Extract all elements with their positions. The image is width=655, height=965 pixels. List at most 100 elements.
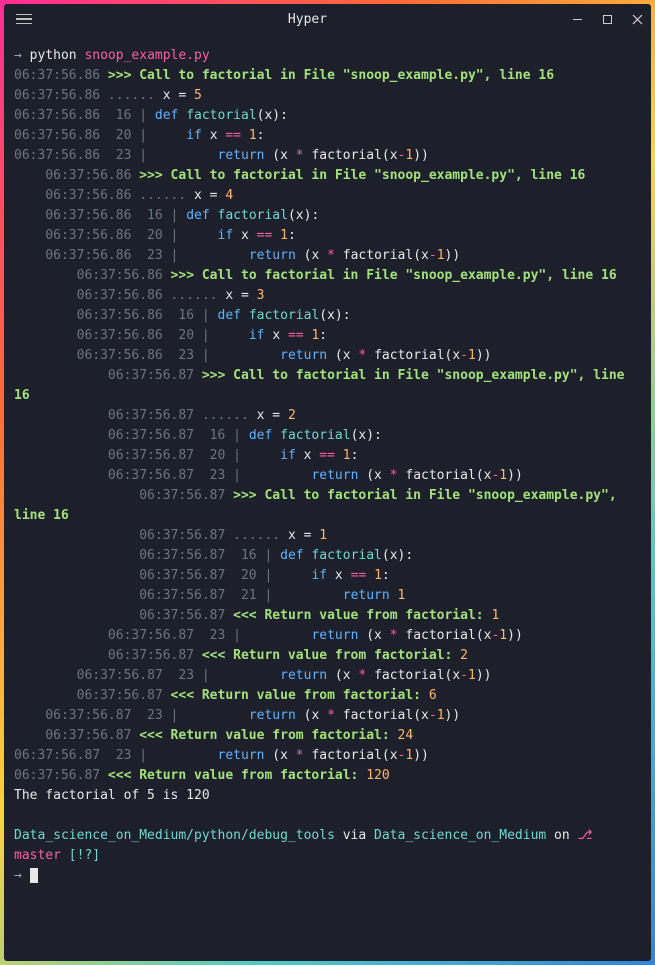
line-number: 16 <box>108 108 139 123</box>
line-number: 23 <box>202 628 233 643</box>
cwd-path: Data_science_on_Medium/python/debug_tool… <box>14 828 335 843</box>
line-number: 20 <box>139 228 170 243</box>
timestamp: 06:37:56.86 <box>14 88 108 103</box>
kw-return: return <box>249 248 296 263</box>
var-value: 1 <box>319 528 327 543</box>
op-mul: * <box>296 148 304 163</box>
kw-if: if <box>280 448 303 463</box>
op-eq: == <box>351 568 374 583</box>
return-value: 24 <box>398 728 414 743</box>
git-branch-icon: ⎇ <box>578 828 601 843</box>
pipe: | <box>233 428 249 443</box>
snoop-return: <<< Return value from factorial: <box>108 768 366 783</box>
timestamp: 06:37:56.87 <box>14 768 108 783</box>
kw-def: def <box>280 548 311 563</box>
timestamp: 06:37:56.86 <box>14 128 108 143</box>
hamburger-menu-icon[interactable] <box>12 10 36 29</box>
return-value: 2 <box>460 648 468 663</box>
timestamp: 06:37:56.87 <box>108 408 202 423</box>
op-minus: - <box>429 708 437 723</box>
timestamp: 06:37:56.86 <box>77 328 171 343</box>
kw-return: return <box>311 468 358 483</box>
command-script: snoop_example.py <box>84 48 209 63</box>
line-number: 23 <box>171 668 202 683</box>
timestamp: 06:37:56.87 <box>77 688 171 703</box>
pipe: | <box>171 708 187 723</box>
dots: ...... <box>139 188 194 203</box>
maximize-button[interactable] <box>601 13 613 25</box>
op-mul: * <box>390 468 398 483</box>
timestamp: 06:37:56.87 <box>139 588 233 603</box>
timestamp: 06:37:56.87 <box>45 728 139 743</box>
op-mul: * <box>390 628 398 643</box>
op-eq: == <box>225 128 248 143</box>
timestamp: 06:37:56.86 <box>77 288 171 303</box>
op-eq: == <box>319 448 342 463</box>
var-name: x = <box>225 288 256 303</box>
pipe: | <box>139 108 155 123</box>
window-title: Hyper <box>92 12 523 27</box>
kw-def: def <box>186 208 217 223</box>
var-value: 2 <box>288 408 296 423</box>
line-number: 23 <box>202 468 233 483</box>
fn-name: factorial <box>311 548 381 563</box>
timestamp: 06:37:56.86 <box>77 268 171 283</box>
timestamp: 06:37:56.87 <box>139 528 233 543</box>
line-number: 23 <box>171 348 202 363</box>
prompt-arrow: → <box>14 868 30 883</box>
pipe: | <box>264 568 280 583</box>
timestamp: 06:37:56.87 <box>139 608 233 623</box>
snoop-return: <<< Return value from factorial: <box>233 608 491 623</box>
pipe: | <box>264 588 280 603</box>
timestamp: 06:37:56.86 <box>14 148 108 163</box>
line-number: 23 <box>139 248 170 263</box>
var-value: 3 <box>257 288 265 303</box>
op-minus: - <box>460 668 468 683</box>
minimize-button[interactable] <box>571 13 583 25</box>
line-number: 20 <box>108 128 139 143</box>
op-eq: == <box>257 228 280 243</box>
close-button[interactable] <box>631 13 643 25</box>
pipe: | <box>139 128 155 143</box>
timestamp: 06:37:56.86 <box>45 228 139 243</box>
timestamp: 06:37:56.86 <box>14 68 108 83</box>
op-eq: == <box>288 328 311 343</box>
snoop-return: <<< Return value from factorial: <box>171 688 429 703</box>
kw-def: def <box>249 428 280 443</box>
timestamp: 06:37:56.87 <box>139 548 233 563</box>
terminal-output[interactable]: → python snoop_example.py 06:37:56.86 >>… <box>4 34 651 961</box>
pipe: | <box>202 348 218 363</box>
pipe: | <box>233 468 249 483</box>
line-number: 20 <box>202 448 233 463</box>
snoop-call: >>> Call to factorial in File "snoop_exa… <box>139 168 585 183</box>
kw-if: if <box>218 228 241 243</box>
timestamp: 06:37:56.87 <box>108 428 202 443</box>
var-name: x = <box>194 188 225 203</box>
kw-return: return <box>249 708 296 723</box>
venv-name: Data_science_on_Medium <box>374 828 546 843</box>
timestamp: 06:37:56.86 <box>45 188 139 203</box>
return-value: 1 <box>491 608 499 623</box>
op-mul: * <box>327 708 335 723</box>
timestamp: 06:37:56.86 <box>77 348 171 363</box>
pipe: | <box>202 328 218 343</box>
timestamp: 06:37:56.87 <box>108 648 202 663</box>
kw-if: if <box>311 568 334 583</box>
line-number: 16 <box>139 208 170 223</box>
timestamp: 06:37:56.87 <box>139 568 233 583</box>
timestamp: 06:37:56.87 <box>139 488 233 503</box>
dots: ...... <box>202 408 257 423</box>
dots: ...... <box>233 528 288 543</box>
pipe: | <box>202 308 218 323</box>
timestamp: 06:37:56.86 <box>77 308 171 323</box>
pipe: | <box>139 748 155 763</box>
line-number: 23 <box>108 148 139 163</box>
git-status: [!?] <box>69 848 100 863</box>
program-output: The factorial of 5 is 120 <box>14 788 210 803</box>
var-value: 4 <box>225 188 233 203</box>
kw-def: def <box>218 308 249 323</box>
kw-return: return <box>343 588 390 603</box>
timestamp: 06:37:56.87 <box>108 448 202 463</box>
fn-name: factorial <box>218 208 288 223</box>
terminal-window: Hyper → python snoop_example.py 06:37:56… <box>4 4 651 961</box>
